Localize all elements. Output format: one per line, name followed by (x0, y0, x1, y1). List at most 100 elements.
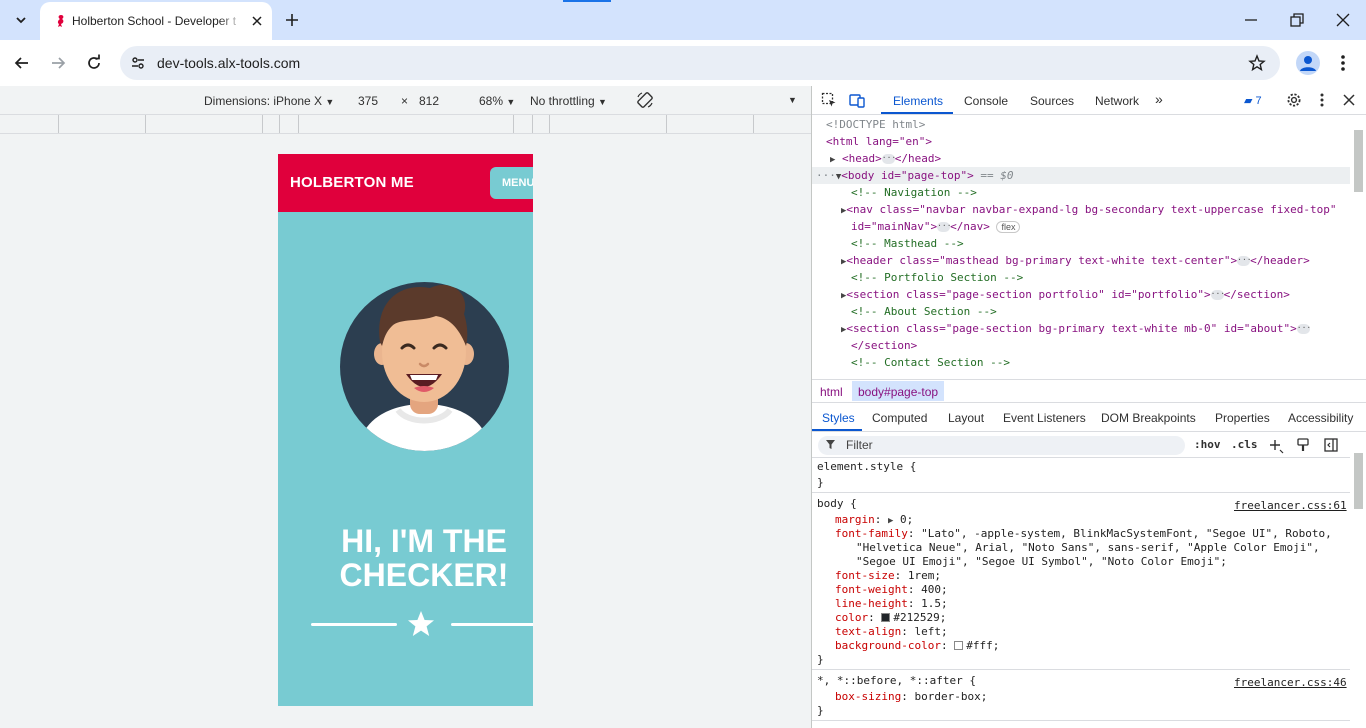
devtools-more-icon[interactable] (1314, 92, 1330, 108)
body-rule-selector[interactable]: body { (817, 497, 857, 511)
menu-button[interactable]: MENU (490, 167, 533, 199)
tab-elements[interactable]: Elements (893, 94, 943, 108)
dom-header-node[interactable]: ▶<header class="masthead bg-primary text… (841, 252, 1310, 269)
close-icon[interactable] (250, 14, 264, 28)
dom-nav-node-cont[interactable]: id="mainNav">···</nav> flex (851, 218, 1021, 235)
prop-box-sizing[interactable]: box-sizing: border-box; (835, 690, 987, 704)
prop-font-weight[interactable]: font-weight: 400; (835, 583, 948, 597)
issues-counter[interactable]: ▰ 7 (1244, 94, 1262, 107)
breadcrumb-body[interactable]: body#page-top (852, 381, 945, 401)
bookmark-star-icon[interactable] (1248, 54, 1266, 72)
device-select[interactable]: Dimensions: iPhone X ▼ (204, 94, 334, 108)
prop-font-family-cont-1: "Helvetica Neue", Arial, "Noto Sans", sa… (856, 541, 1320, 554)
restore-icon[interactable] (1289, 12, 1305, 28)
prop-color[interactable]: color: #212529; (835, 611, 946, 625)
dom-section-portfolio[interactable]: ▶<section class="page-section portfolio"… (841, 286, 1290, 303)
dom-section-about[interactable]: ▶<section class="page-section bg-primary… (841, 320, 1311, 337)
throttling-select[interactable]: No throttling ▼ (530, 94, 607, 108)
dom-html-node[interactable]: <html lang="en"> (826, 133, 932, 150)
browser-tab[interactable]: Holberton School - Developer t (40, 2, 272, 40)
tab-search-button[interactable] (8, 7, 34, 33)
styles-filter-bar: Filter :hov .cls (812, 433, 1366, 458)
zoom-select[interactable]: 68% ▼ (479, 94, 515, 108)
new-rule-icon[interactable] (1268, 438, 1284, 454)
tab-event-listeners[interactable]: Event Listeners (1003, 411, 1086, 425)
styles-scrollbar-thumb[interactable] (1354, 453, 1363, 509)
class-toggle[interactable]: .cls (1231, 438, 1258, 451)
tab-computed[interactable]: Computed (872, 411, 927, 425)
reload-icon[interactable] (84, 53, 104, 73)
tab-styles[interactable]: Styles (822, 411, 855, 425)
hover-state-toggle[interactable]: :hov (1194, 438, 1221, 451)
hero-line-2: CHECKER! (339, 557, 509, 593)
body-rule-source-link[interactable]: freelancer.css:61 (1234, 499, 1347, 513)
window-close-icon[interactable] (1335, 12, 1351, 28)
avatar-illustration (340, 282, 509, 451)
dom-scrollbar[interactable] (1350, 116, 1366, 378)
dom-body-node[interactable]: ···▼<body id="page-top"> == $0 (816, 167, 1014, 184)
color-swatch[interactable] (881, 613, 891, 622)
breadcrumb-html[interactable]: html (820, 385, 843, 399)
paint-brush-icon[interactable] (1296, 438, 1310, 452)
sidebar-toggle-icon[interactable] (1324, 438, 1338, 452)
page-navbar: HOLBERTON ME MENU (278, 154, 533, 212)
close-brace: } (817, 653, 824, 666)
styles-filter-input[interactable]: Filter (818, 436, 1185, 455)
person-icon (1300, 56, 1316, 71)
prop-margin[interactable]: margin: ▶ 0; (835, 513, 913, 527)
tab-console[interactable]: Console (964, 94, 1008, 108)
tab-dom-breakpoints[interactable]: DOM Breakpoints (1101, 411, 1196, 425)
prop-font-family[interactable]: font-family: "Lato", -apple-system, Blin… (835, 527, 1332, 541)
universal-rule-source-link[interactable]: freelancer.css:46 (1234, 676, 1347, 690)
prop-background-color[interactable]: background-color: #fff; (835, 639, 999, 653)
more-vert-icon[interactable] (1335, 53, 1351, 73)
more-tabs-icon[interactable]: » (1155, 91, 1163, 107)
universal-rule-selector[interactable]: *, *::before, *::after { (817, 674, 976, 688)
devtools-close-icon[interactable] (1341, 92, 1357, 108)
dom-doctype[interactable]: <!DOCTYPE html> (826, 116, 925, 133)
tab-layout[interactable]: Layout (948, 411, 984, 425)
address-bar[interactable]: dev-tools.alx-tools.com (120, 46, 1280, 80)
styles-scrollbar[interactable] (1350, 433, 1366, 728)
flex-badge[interactable]: flex (996, 221, 1021, 233)
tab-sources[interactable]: Sources (1030, 94, 1074, 108)
breadcrumb: html body#page-top (812, 379, 1366, 403)
tab-properties[interactable]: Properties (1215, 411, 1270, 425)
minimize-icon[interactable] (1243, 12, 1259, 28)
profile-avatar[interactable] (1296, 51, 1320, 75)
brand-link[interactable]: HOLBERTON ME (290, 174, 414, 191)
device-toggle-icon[interactable] (849, 92, 865, 108)
dom-section-about-close[interactable]: </section> (851, 337, 917, 354)
dom-comment-about[interactable]: <!-- About Section --> (851, 303, 997, 320)
device-viewport: HOLBERTON ME MENU HI, I'M THE CHECKER! (0, 134, 811, 728)
site-settings-icon[interactable] (130, 55, 146, 71)
color-swatch[interactable] (954, 641, 964, 650)
prop-font-size[interactable]: font-size: 1rem; (835, 569, 941, 583)
forward-arrow-icon[interactable] (48, 53, 68, 73)
device-options-icon[interactable]: ▼ (788, 95, 797, 105)
media-query-ruler (0, 115, 811, 134)
hero-title: HI, I'M THE CHECKER! (278, 524, 533, 592)
dom-comment-contact[interactable]: <!-- Contact Section --> (851, 354, 1010, 371)
dom-nav-node[interactable]: ▶<nav class="navbar navbar-expand-lg bg-… (841, 201, 1337, 218)
active-tab-underline (881, 112, 953, 114)
tab-network[interactable]: Network (1095, 94, 1139, 108)
rotate-icon[interactable] (636, 91, 654, 109)
close-brace: } (817, 476, 824, 489)
dom-head-node[interactable]: ▶ <head>···</head> (830, 150, 941, 167)
width-input[interactable]: 375 (358, 94, 378, 108)
back-arrow-icon[interactable] (12, 53, 32, 73)
new-tab-icon[interactable] (282, 10, 302, 30)
prop-line-height[interactable]: line-height: 1.5; (835, 597, 948, 611)
styles-pane: element.style { } body { freelancer.css:… (812, 458, 1350, 728)
dom-comment-masthead[interactable]: <!-- Masthead --> (851, 235, 964, 252)
settings-gear-icon[interactable] (1286, 92, 1302, 108)
inspect-element-icon[interactable] (821, 92, 837, 108)
prop-text-align[interactable]: text-align: left; (835, 625, 948, 639)
dom-scrollbar-thumb[interactable] (1354, 130, 1363, 192)
dom-comment-nav[interactable]: <!-- Navigation --> (851, 184, 977, 201)
element-style-selector[interactable]: element.style { (817, 460, 916, 474)
height-input[interactable]: 812 (419, 94, 439, 108)
dom-comment-portfolio[interactable]: <!-- Portfolio Section --> (851, 269, 1023, 286)
tab-accessibility[interactable]: Accessibility (1288, 411, 1353, 425)
